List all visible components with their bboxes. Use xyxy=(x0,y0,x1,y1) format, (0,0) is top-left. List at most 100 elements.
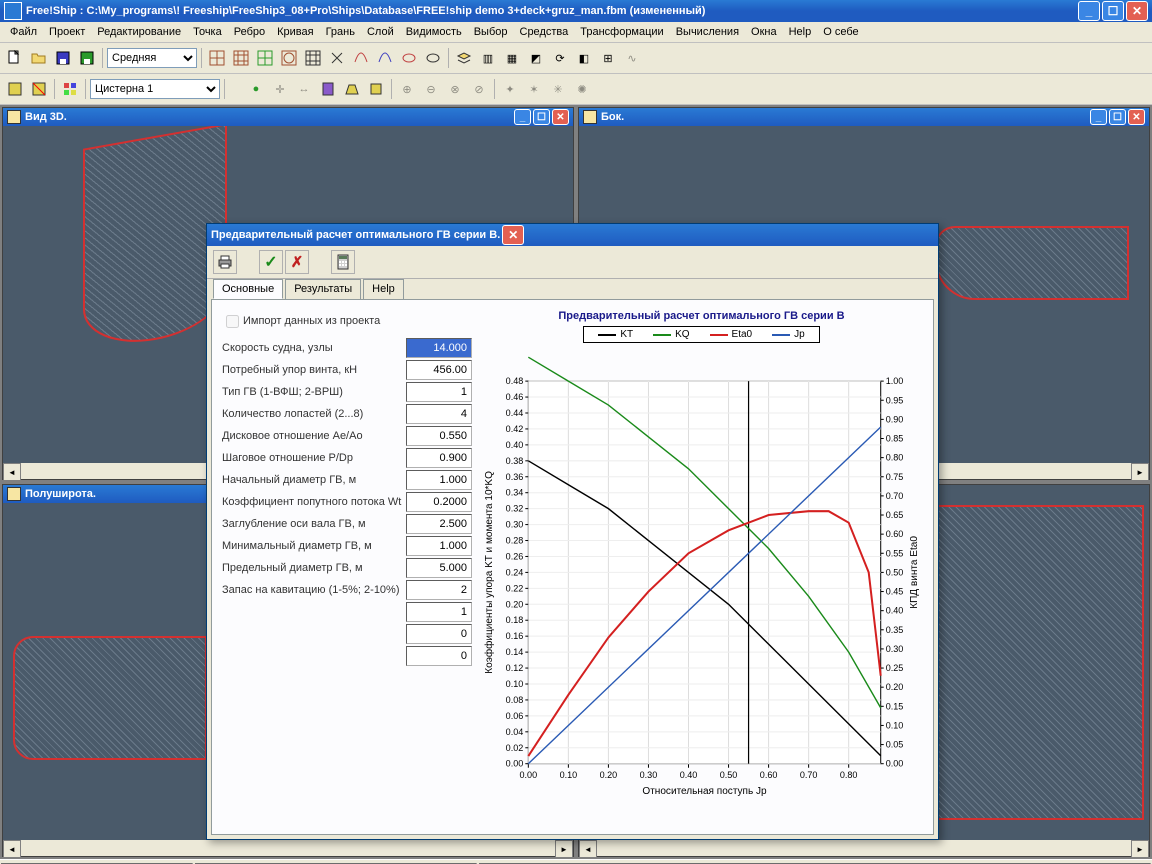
grid5-icon[interactable] xyxy=(302,47,324,69)
menu-о себе[interactable]: О себе xyxy=(817,26,864,38)
t2-k-icon[interactable]: ⊕ xyxy=(396,78,418,100)
field-input[interactable] xyxy=(406,404,472,424)
tool-c-icon[interactable]: ◩ xyxy=(525,47,547,69)
field-input[interactable] xyxy=(406,338,472,358)
t2-l-icon[interactable]: ⊖ xyxy=(420,78,442,100)
calc-icon[interactable] xyxy=(331,250,355,274)
t2-g-icon[interactable]: ↔ xyxy=(293,78,315,100)
minimize-button[interactable]: _ xyxy=(1078,1,1100,21)
form-row: Количество лопастей (2...8) xyxy=(222,403,472,425)
menu-точка[interactable]: Точка xyxy=(187,26,228,38)
quality-combo[interactable]: Средняя xyxy=(107,48,197,68)
vp-min-button[interactable]: _ xyxy=(1090,109,1107,125)
curve1-icon[interactable] xyxy=(350,47,372,69)
tab-help[interactable]: Help xyxy=(363,279,404,299)
field-input[interactable] xyxy=(406,602,472,622)
vp-close-button[interactable]: ✕ xyxy=(552,109,569,125)
tool-g-icon[interactable]: ∿ xyxy=(621,47,643,69)
dialog-titlebar: Предварительный расчет оптимального ГВ с… xyxy=(207,224,938,246)
field-input[interactable] xyxy=(406,426,472,446)
grid3-icon[interactable] xyxy=(254,47,276,69)
menu-трансформации[interactable]: Трансформации xyxy=(574,26,669,38)
close-button[interactable]: ✕ xyxy=(1126,1,1148,21)
t2-a-icon[interactable] xyxy=(4,78,26,100)
menu-вычисления[interactable]: Вычисления xyxy=(670,26,745,38)
field-input[interactable] xyxy=(406,536,472,556)
t2-q-icon[interactable]: ✳ xyxy=(547,78,569,100)
tool-d-icon[interactable]: ⟳ xyxy=(549,47,571,69)
new-icon[interactable] xyxy=(4,47,26,69)
tool-f-icon[interactable]: ⊞ xyxy=(597,47,619,69)
field-input[interactable] xyxy=(406,580,472,600)
t2-b-icon[interactable] xyxy=(28,78,50,100)
print-icon[interactable] xyxy=(213,250,237,274)
t2-m-icon[interactable]: ⊗ xyxy=(444,78,466,100)
menu-проект[interactable]: Проект xyxy=(43,26,91,38)
t2-e-icon[interactable]: ● xyxy=(245,78,267,100)
menu-файл[interactable]: Файл xyxy=(4,26,43,38)
t2-p-icon[interactable]: ✶ xyxy=(523,78,545,100)
tool-a-icon[interactable]: ▥ xyxy=(477,47,499,69)
svg-text:0.45: 0.45 xyxy=(886,587,904,597)
hscrollbar[interactable]: ◄► xyxy=(579,840,1149,856)
t2-h-icon[interactable] xyxy=(317,78,339,100)
tool-b-icon[interactable]: ▦ xyxy=(501,47,523,69)
grid6-icon[interactable] xyxy=(326,47,348,69)
menu-видимость[interactable]: Видимость xyxy=(400,26,468,38)
menu-выбор[interactable]: Выбор xyxy=(468,26,514,38)
svg-text:0.18: 0.18 xyxy=(506,615,524,625)
menu-редактирование[interactable]: Редактирование xyxy=(91,26,187,38)
vp-min-button[interactable]: _ xyxy=(514,109,531,125)
field-input[interactable] xyxy=(406,448,472,468)
field-input[interactable] xyxy=(406,514,472,534)
tool-e-icon[interactable]: ◧ xyxy=(573,47,595,69)
tab-results[interactable]: Результаты xyxy=(285,279,361,299)
vp-close-button[interactable]: ✕ xyxy=(1128,109,1145,125)
field-input[interactable] xyxy=(406,492,472,512)
dialog-close-button[interactable]: ✕ xyxy=(502,225,524,245)
maximize-button[interactable]: ☐ xyxy=(1102,1,1124,21)
curve4-icon[interactable] xyxy=(422,47,444,69)
cancel-icon[interactable]: ✗ xyxy=(285,250,309,274)
grid2-icon[interactable] xyxy=(230,47,252,69)
menu-слой[interactable]: Слой xyxy=(361,26,400,38)
curve3-icon[interactable] xyxy=(398,47,420,69)
menu-help[interactable]: Help xyxy=(783,26,818,38)
import-label: Импорт данных из проекта xyxy=(243,315,472,327)
t2-j-icon[interactable] xyxy=(365,78,387,100)
svg-text:0.36: 0.36 xyxy=(506,472,524,482)
curve2-icon[interactable] xyxy=(374,47,396,69)
t2-f-icon[interactable]: ✛ xyxy=(269,78,291,100)
menu-грань[interactable]: Грань xyxy=(320,26,361,38)
grid4-icon[interactable] xyxy=(278,47,300,69)
vp-max-button[interactable]: ☐ xyxy=(533,109,550,125)
vp-max-button[interactable]: ☐ xyxy=(1109,109,1126,125)
field-input[interactable] xyxy=(406,624,472,644)
ok-icon[interactable]: ✓ xyxy=(259,250,283,274)
field-input[interactable] xyxy=(406,382,472,402)
menu-средства[interactable]: Средства xyxy=(514,26,575,38)
menu-окна[interactable]: Окна xyxy=(745,26,783,38)
t2-n-icon[interactable]: ⊘ xyxy=(468,78,490,100)
chart-canvas: 0.000.100.200.300.400.500.600.700.800.00… xyxy=(480,349,923,824)
hscrollbar[interactable]: ◄► xyxy=(3,840,573,856)
import-checkbox[interactable] xyxy=(226,315,239,328)
save-icon[interactable] xyxy=(52,47,74,69)
t2-o-icon[interactable]: ✦ xyxy=(499,78,521,100)
grid1-icon[interactable] xyxy=(206,47,228,69)
menu-ребро[interactable]: Ребро xyxy=(228,26,271,38)
tab-main[interactable]: Основные xyxy=(213,279,283,299)
t2-r-icon[interactable]: ✺ xyxy=(571,78,593,100)
t2-c-icon[interactable] xyxy=(59,78,81,100)
save-green-icon[interactable] xyxy=(76,47,98,69)
t2-i-icon[interactable] xyxy=(341,78,363,100)
menu-кривая[interactable]: Кривая xyxy=(271,26,319,38)
layers-icon[interactable] xyxy=(453,47,475,69)
svg-text:0.05: 0.05 xyxy=(886,740,904,750)
field-input[interactable] xyxy=(406,646,472,666)
field-input[interactable] xyxy=(406,470,472,490)
field-input[interactable] xyxy=(406,558,472,578)
tank-combo[interactable]: Цистерна 1 xyxy=(90,79,220,99)
field-input[interactable] xyxy=(406,360,472,380)
open-icon[interactable] xyxy=(28,47,50,69)
